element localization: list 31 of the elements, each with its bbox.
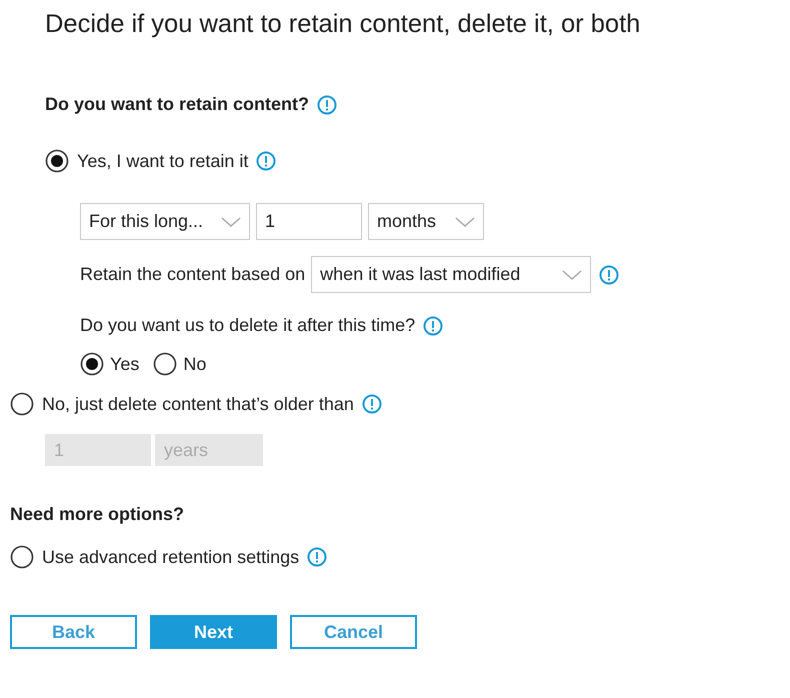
duration-field[interactable]: 1	[256, 203, 362, 240]
field-label: Retain the content based on	[80, 264, 306, 285]
option-label: No, just delete content that’s older than	[42, 394, 354, 414]
info-icon[interactable]	[317, 94, 337, 114]
option-label: Use advanced retention settings	[42, 546, 300, 568]
info-icon[interactable]	[362, 394, 382, 414]
wizard-button[interactable]: Cancel	[290, 615, 417, 649]
section-heading: Need more options?	[10, 504, 184, 525]
chevron-down-icon	[562, 270, 582, 280]
chevron-down-icon	[221, 216, 241, 226]
page-title: Decide if you want to retain content, delete it, or both	[44, 9, 642, 39]
wizard-button[interactable]: Back	[10, 615, 137, 649]
radio-button[interactable]	[10, 392, 34, 416]
based-on-dropdown[interactable]: when it was last modified	[311, 256, 592, 293]
radio-button[interactable]	[80, 352, 104, 376]
option-label: Yes, I want to retain it	[77, 150, 248, 172]
duration-dropdown[interactable]: For this long...	[80, 203, 250, 240]
radio-button[interactable]	[153, 352, 178, 376]
unit-dropdown[interactable]: months	[368, 203, 484, 240]
info-icon[interactable]	[256, 151, 276, 171]
radio-button[interactable]	[45, 149, 69, 173]
option-label: Yes	[110, 354, 140, 374]
chevron-down-icon	[455, 216, 475, 226]
section-heading: Do you want to retain content?	[45, 94, 309, 115]
next-button[interactable]: Next	[150, 615, 277, 649]
radio-button[interactable]	[10, 545, 34, 569]
info-icon[interactable]	[423, 316, 444, 336]
question-label: Do you want us to delete it after this time?	[80, 315, 416, 336]
info-icon[interactable]	[307, 547, 328, 567]
info-icon[interactable]	[599, 264, 620, 284]
option-label: No	[183, 354, 206, 374]
